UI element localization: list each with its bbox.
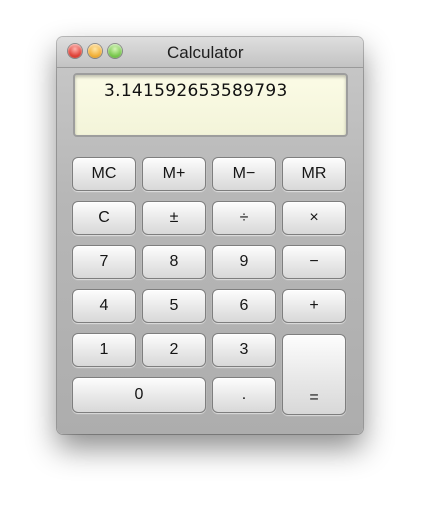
digit-3-button[interactable]: 3 [212,333,276,367]
digit-5-button[interactable]: 5 [142,289,206,323]
result-display: 3.141592653589793 [73,73,348,137]
zoom-button[interactable] [108,44,122,58]
digit-6-button[interactable]: 6 [212,289,276,323]
desktop-background: Calculator 3.141592653589793 MC M+ M− MR… [0,0,422,512]
memory-recall-button[interactable]: MR [282,157,346,191]
digit-1-button[interactable]: 1 [72,333,136,367]
digit-2-button[interactable]: 2 [142,333,206,367]
multiply-button[interactable]: × [282,201,346,235]
digit-7-button[interactable]: 7 [72,245,136,279]
add-button[interactable]: + [282,289,346,323]
decimal-point-button[interactable]: . [212,377,276,413]
calculator-window: Calculator 3.141592653589793 MC M+ M− MR… [57,37,363,434]
equals-button[interactable]: = [282,334,346,415]
digit-9-button[interactable]: 9 [212,245,276,279]
subtract-button[interactable]: − [282,245,346,279]
memory-add-button[interactable]: M+ [142,157,206,191]
digit-8-button[interactable]: 8 [142,245,206,279]
digit-4-button[interactable]: 4 [72,289,136,323]
title-bar[interactable]: Calculator [57,37,363,68]
minimize-button[interactable] [88,44,102,58]
clear-button[interactable]: C [72,201,136,235]
window-title: Calculator [167,43,244,62]
sign-toggle-button[interactable]: ± [142,201,206,235]
close-button[interactable] [68,44,82,58]
divide-button[interactable]: ÷ [212,201,276,235]
memory-subtract-button[interactable]: M− [212,157,276,191]
display-value: 3.141592653589793 [104,81,288,101]
memory-clear-button[interactable]: MC [72,157,136,191]
digit-0-button[interactable]: 0 [72,377,206,413]
